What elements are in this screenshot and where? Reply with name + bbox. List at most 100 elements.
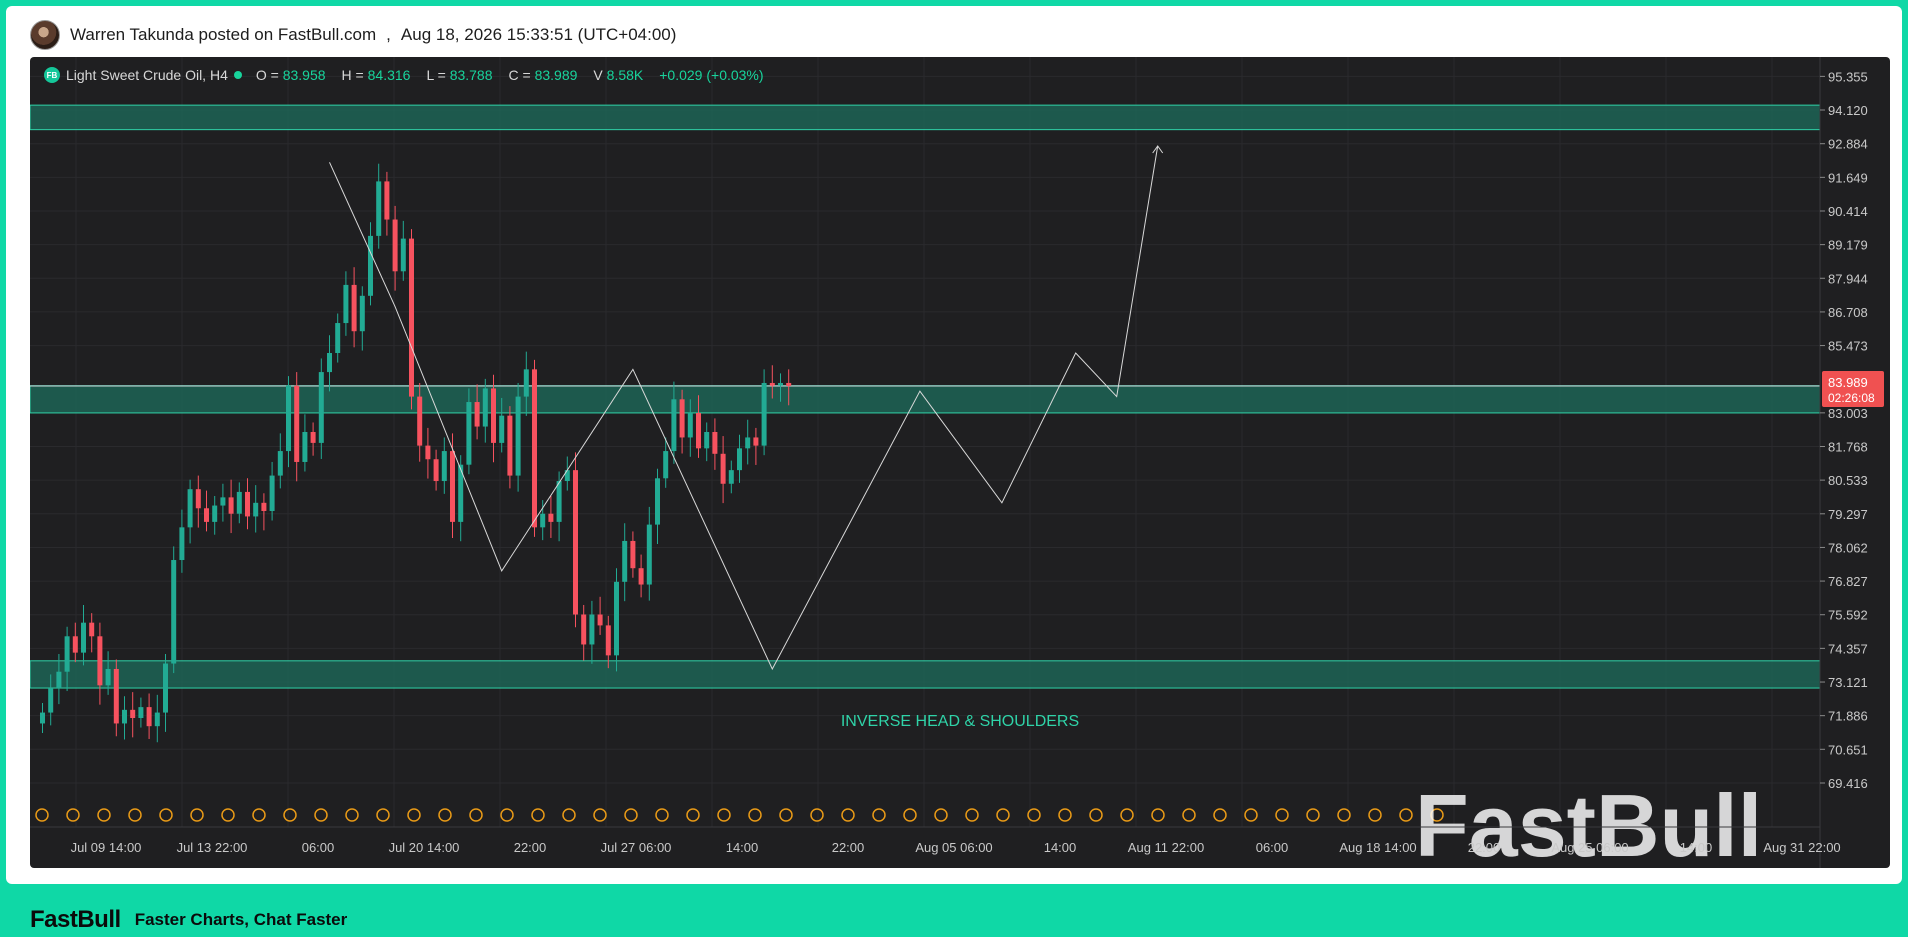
x-tick-label: 14:00 xyxy=(1680,840,1713,855)
candle-body xyxy=(228,497,234,514)
candle-body xyxy=(663,451,669,479)
y-tick-label: 80.533 xyxy=(1828,473,1868,488)
y-tick-label: 94.120 xyxy=(1828,103,1868,118)
calendar-event-icon xyxy=(283,808,297,822)
x-tick-label: Aug 18 14:00 xyxy=(1339,840,1416,855)
candle-body xyxy=(327,353,332,373)
candle-body xyxy=(573,470,578,615)
x-tick-label: 06:00 xyxy=(302,840,335,855)
calendar-event-icon xyxy=(593,808,607,822)
change-value: +0.029 (+0.03%) xyxy=(659,67,764,83)
candle-body xyxy=(605,625,611,656)
calendar-event-icon xyxy=(97,808,111,822)
candle-body xyxy=(318,372,324,443)
candle-body xyxy=(638,568,644,585)
candle-body xyxy=(154,712,160,727)
price-chart[interactable]: INVERSE HEAD & SHOULDERSFastBull95.35594… xyxy=(30,57,1890,868)
legend-high: H = 84.316 xyxy=(342,67,411,83)
candle-body xyxy=(245,491,250,517)
candle-body xyxy=(417,396,423,446)
candle-body xyxy=(253,502,259,517)
candle-body xyxy=(343,284,349,324)
candle-body xyxy=(409,238,414,397)
volume-value: 8.58K xyxy=(606,67,644,83)
candle-body xyxy=(359,295,365,332)
symbol-name[interactable]: Light Sweet Crude Oil, H4 xyxy=(66,67,228,83)
author-line[interactable]: Warren Takunda posted on FastBull.com xyxy=(70,25,376,45)
y-tick-label: 79.297 xyxy=(1828,507,1868,522)
calendar-event-icon xyxy=(655,808,669,822)
calendar-event-icon xyxy=(1089,808,1103,822)
fastbull-badge-icon: FB xyxy=(44,67,60,83)
candle-body xyxy=(712,432,718,454)
price-countdown: 02:26:08 xyxy=(1828,391,1875,405)
candle-body xyxy=(679,399,685,438)
candle-body xyxy=(499,415,505,443)
candle-body xyxy=(113,668,119,724)
footer: FastBull Faster Charts, Chat Faster xyxy=(30,904,347,936)
candle-body xyxy=(491,388,496,443)
calendar-event-icon xyxy=(1306,808,1320,822)
calendar-event-icon xyxy=(159,808,173,822)
y-tick-label: 81.768 xyxy=(1828,439,1868,454)
pattern-annotation: INVERSE HEAD & SHOULDERS xyxy=(841,713,1079,730)
support-zone xyxy=(30,104,1821,131)
chart-panel[interactable]: INVERSE HEAD & SHOULDERS FastBull 95.355 94… xyxy=(30,57,1890,868)
candle-body xyxy=(64,636,70,672)
candle-body xyxy=(392,219,398,272)
x-tick-label: Jul 20 14:00 xyxy=(389,840,460,855)
candle-body xyxy=(130,709,136,719)
y-tick-label: 78.062 xyxy=(1828,540,1868,555)
candle-body xyxy=(589,614,595,645)
candle-body xyxy=(48,688,54,713)
calendar-event-icon xyxy=(872,808,886,822)
candle-body xyxy=(187,489,193,528)
calendar-event-icon xyxy=(810,808,824,822)
separator: , xyxy=(386,25,391,44)
calendar-event-icon xyxy=(965,808,979,822)
high-value: 84.316 xyxy=(367,67,411,83)
candle-body xyxy=(540,513,546,528)
candle-body xyxy=(515,396,521,476)
low-value: 83.788 xyxy=(449,67,493,83)
candle-body xyxy=(450,451,455,522)
footer-logo[interactable]: FastBull xyxy=(30,906,121,934)
candle-body xyxy=(581,614,587,645)
candle-body xyxy=(261,502,267,511)
candle-body xyxy=(556,481,562,522)
candle-body xyxy=(351,284,357,332)
candle-body xyxy=(671,399,677,452)
volume-label: V xyxy=(593,67,603,83)
x-tick-label: Aug 11 22:00 xyxy=(1128,840,1204,855)
candle-body xyxy=(532,369,537,528)
candle-body xyxy=(466,402,472,465)
candle-body xyxy=(384,181,390,220)
candle-body xyxy=(269,475,275,511)
candle-body xyxy=(138,707,144,719)
candle-body xyxy=(286,385,291,452)
x-tick-label: Aug 31 22:00 xyxy=(1763,840,1840,855)
candle-body xyxy=(425,445,431,460)
y-tick-label: 70.651 xyxy=(1828,742,1868,757)
calendar-event-icon xyxy=(717,808,731,822)
calendar-event-icon xyxy=(35,808,49,822)
author-avatar[interactable] xyxy=(30,20,60,50)
candle-body xyxy=(72,636,78,653)
candle-body xyxy=(56,671,62,689)
x-tick-label: Aug 25 06:00 xyxy=(1551,840,1628,855)
legend-open: O = 83.958 xyxy=(256,67,326,83)
post-timestamp: Aug 18, 2026 15:33:51 (UTC+04:00) xyxy=(400,25,677,44)
current-price-value: 83.989 xyxy=(1828,375,1868,390)
candle-body xyxy=(786,382,792,386)
candle-body xyxy=(728,470,734,484)
x-tick-label: Jul 27 06:00 xyxy=(601,840,672,855)
candle-body xyxy=(212,505,218,522)
calendar-event-icon xyxy=(562,808,576,822)
candle-body xyxy=(40,712,45,724)
calendar-event-icon xyxy=(1213,808,1227,822)
candle-body xyxy=(769,382,775,386)
y-tick-label: 73.121 xyxy=(1828,675,1868,690)
candle-body xyxy=(220,497,226,506)
calendar-event-icon xyxy=(903,808,917,822)
low-label: L = xyxy=(426,67,446,83)
